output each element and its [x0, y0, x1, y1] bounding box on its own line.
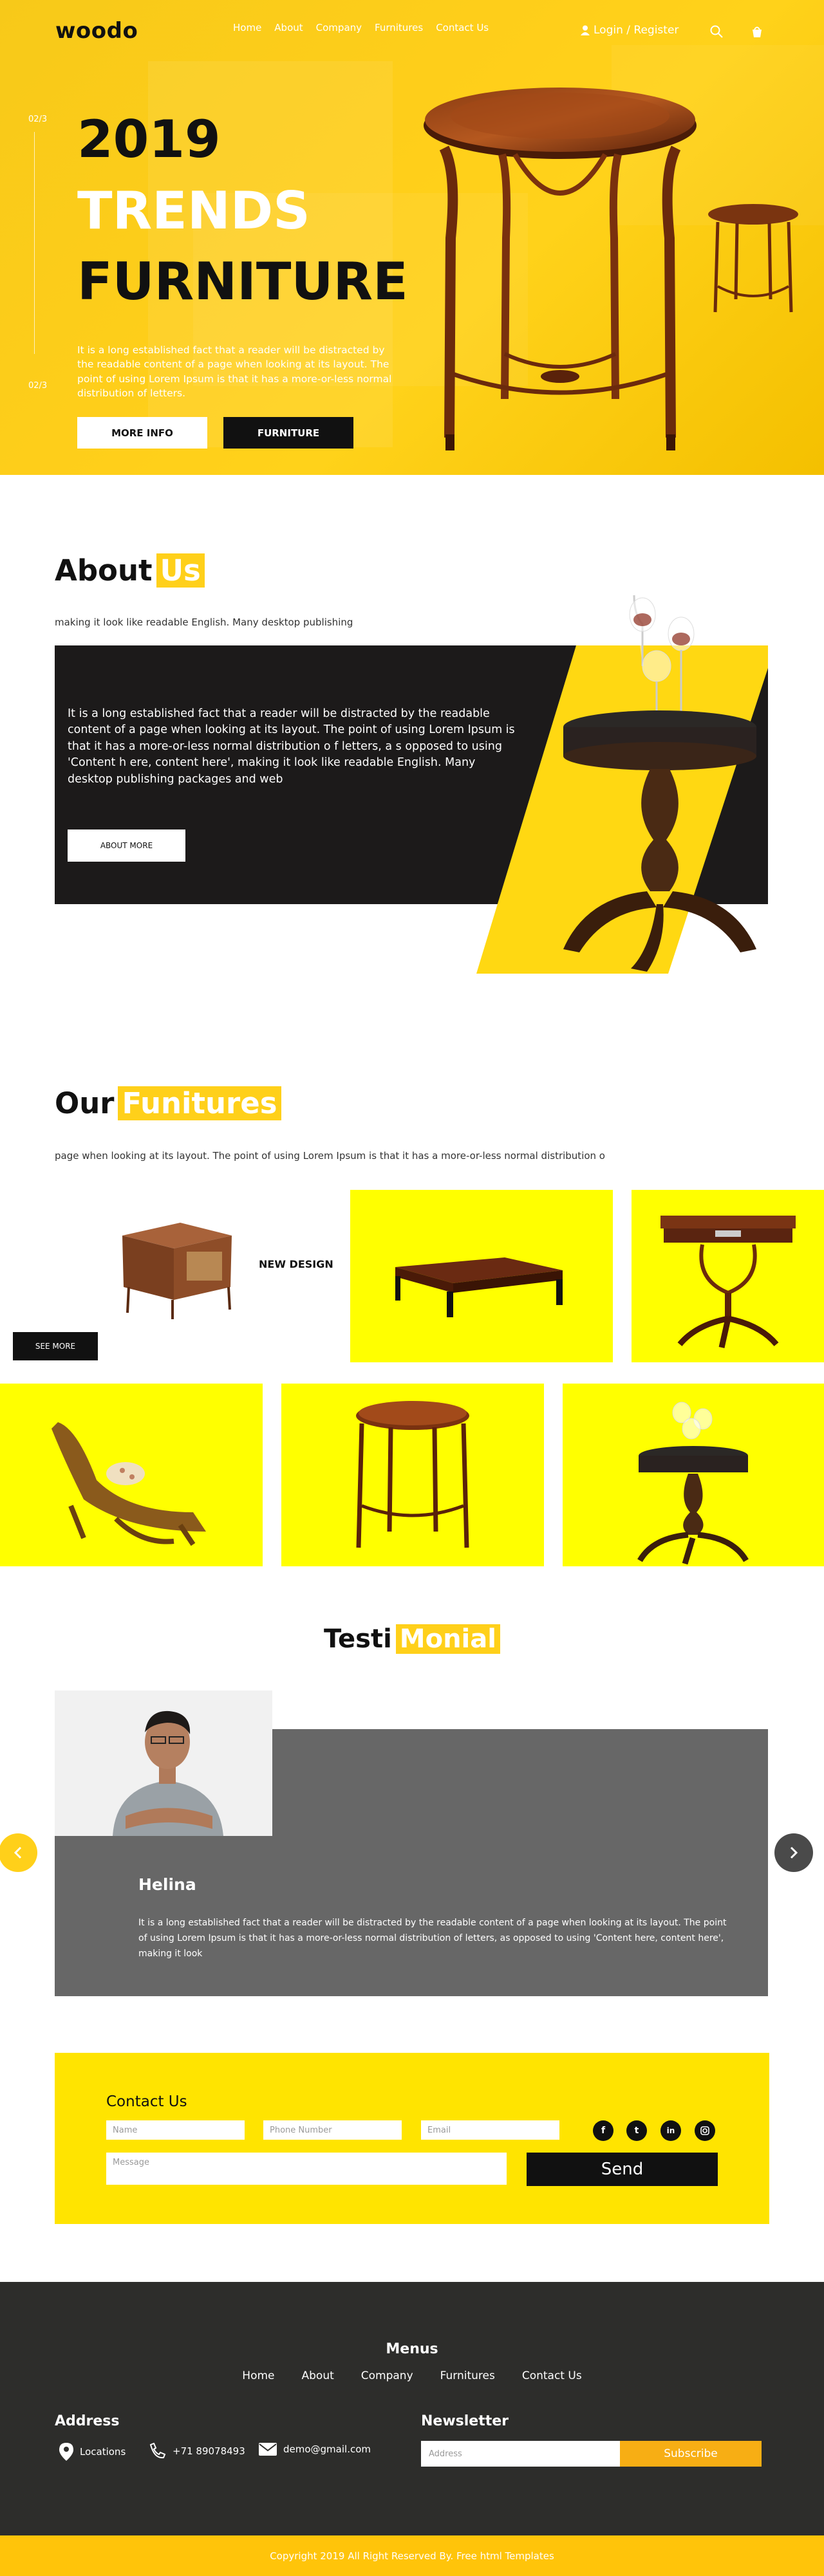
- footer-phone[interactable]: +71 89078493: [148, 2443, 245, 2460]
- about-table-image: [563, 595, 756, 972]
- testimonial-photo: [55, 1691, 272, 1836]
- mail-icon: [259, 2443, 277, 2456]
- footer-link-home[interactable]: Home: [242, 2369, 274, 2382]
- email-label: demo@gmail.com: [283, 2443, 371, 2455]
- address-title: Address: [55, 2413, 120, 2429]
- search-icon[interactable]: [709, 24, 724, 39]
- furniture-tile-side-table[interactable]: [281, 1384, 544, 1566]
- footer-menus-title: Menus: [386, 2341, 438, 2357]
- about-title-a: About: [55, 553, 153, 588]
- hero-banner: woodo Home About Company Furnitures Cont…: [0, 0, 824, 475]
- new-design-label: NEW DESIGN: [259, 1258, 333, 1270]
- footer-link-furnitures[interactable]: Furnitures: [440, 2369, 495, 2382]
- furniture-tile-round-table[interactable]: [563, 1384, 824, 1566]
- testimonial-title: Testi Monial: [0, 1624, 824, 1654]
- copyright-bar: Copyright 2019 All Right Reserved By. Fr…: [0, 2535, 824, 2576]
- email-input[interactable]: Email: [421, 2120, 559, 2140]
- about-more-button[interactable]: ABOUT MORE: [68, 829, 185, 862]
- phone-label: +71 89078493: [173, 2445, 245, 2457]
- hero-year: 2019: [77, 109, 221, 169]
- footer-link-about[interactable]: About: [302, 2369, 334, 2382]
- name-input[interactable]: Name: [106, 2120, 245, 2140]
- nav-contact[interactable]: Contact Us: [436, 22, 489, 33]
- furniture-tile-console-table[interactable]: [632, 1190, 824, 1362]
- furnitures-title-b: Funitures: [118, 1086, 281, 1120]
- lounger-chair-image: [52, 1422, 206, 1546]
- login-register-link[interactable]: Login / Register: [581, 24, 679, 37]
- testimonial-text: It is a long established fact that a rea…: [138, 1918, 727, 1959]
- hero-small-table-image: [708, 204, 798, 313]
- main-nav: Home About Company Furnitures Contact Us: [233, 22, 489, 33]
- footer-link-contact[interactable]: Contact Us: [522, 2369, 582, 2382]
- hero-description: It is a long established fact that a rea…: [77, 344, 392, 400]
- nav-company[interactable]: Company: [316, 22, 362, 33]
- footer: [0, 2282, 824, 2535]
- nav-furnitures[interactable]: Furnitures: [375, 22, 423, 33]
- message-textarea[interactable]: Message: [106, 2153, 507, 2185]
- testimonial-title-b: Monial: [395, 1624, 500, 1654]
- slide-counter-top: 02/3: [28, 115, 48, 124]
- chevron-right-icon: [790, 1846, 798, 1859]
- nav-about[interactable]: About: [274, 22, 303, 33]
- hero-furniture: FURNITURE: [77, 252, 408, 311]
- side-table-image: [356, 1401, 469, 1548]
- phone-input[interactable]: Phone Number: [263, 2120, 402, 2140]
- about-title-b: Us: [156, 553, 205, 588]
- linkedin-icon[interactable]: in: [660, 2120, 681, 2141]
- slide-progress-line: [34, 132, 35, 354]
- next-arrow-button[interactable]: [774, 1833, 813, 1872]
- contact-title: Contact Us: [106, 2093, 187, 2110]
- corner-cabinet-image: [122, 1223, 232, 1319]
- prev-arrow-button[interactable]: [0, 1833, 37, 1872]
- cart-icon[interactable]: [750, 24, 764, 39]
- chevron-left-icon: [14, 1846, 22, 1859]
- furnitures-title: Our Funitures: [55, 1086, 281, 1120]
- footer-location[interactable]: Locations: [59, 2443, 126, 2461]
- more-info-button[interactable]: MORE INFO: [77, 417, 207, 449]
- subscribe-button[interactable]: Subscribe: [620, 2441, 762, 2467]
- furnitures-subtitle: page when looking at its layout. The poi…: [55, 1150, 605, 1162]
- facebook-icon[interactable]: f: [593, 2120, 613, 2141]
- furniture-tile-lounger[interactable]: [0, 1384, 263, 1566]
- location-label: Locations: [80, 2446, 126, 2458]
- instagram-icon[interactable]: [695, 2120, 715, 2141]
- about-title: About Us: [55, 553, 205, 588]
- furnitures-title-a: Our: [55, 1086, 115, 1120]
- phone-icon: [149, 2443, 166, 2459]
- newsletter-title: Newsletter: [421, 2413, 509, 2429]
- location-pin-icon: [59, 2443, 73, 2461]
- newsletter-input[interactable]: Address: [421, 2441, 621, 2467]
- testimonial-title-a: Testi: [324, 1624, 392, 1654]
- furniture-button[interactable]: FURNITURE: [223, 417, 353, 449]
- hero-table-image: [424, 88, 697, 450]
- nav-home[interactable]: Home: [233, 22, 261, 33]
- twitter-icon[interactable]: t: [626, 2120, 647, 2141]
- see-more-button[interactable]: SEE MORE: [13, 1332, 98, 1360]
- hero-trends: TRENDS: [77, 181, 310, 241]
- console-table-image: [660, 1216, 796, 1348]
- page: woodo Home About Company Furnitures Cont…: [0, 0, 824, 2576]
- person-avatar: [55, 1691, 272, 1836]
- round-table-image: [637, 1402, 749, 1565]
- user-icon: [581, 25, 590, 35]
- site-logo[interactable]: woodo: [55, 18, 138, 44]
- bench-image: [395, 1257, 563, 1317]
- login-register-label: Login / Register: [594, 24, 679, 37]
- send-button[interactable]: Send: [527, 2153, 718, 2186]
- footer-links: Home About Company Furnitures Contact Us: [0, 2369, 824, 2382]
- about-subtitle: making it look like readable English. Ma…: [55, 616, 353, 628]
- footer-email[interactable]: demo@gmail.com: [259, 2443, 371, 2456]
- about-text: It is a long established fact that a rea…: [68, 707, 515, 786]
- footer-link-company[interactable]: Company: [361, 2369, 413, 2382]
- furniture-tile-bench[interactable]: [350, 1190, 613, 1362]
- testimonial-name: Helina: [138, 1875, 196, 1894]
- copyright-text: Copyright 2019 All Right Reserved By. Fr…: [270, 2550, 554, 2562]
- slide-counter-bottom: 02/3: [28, 381, 48, 391]
